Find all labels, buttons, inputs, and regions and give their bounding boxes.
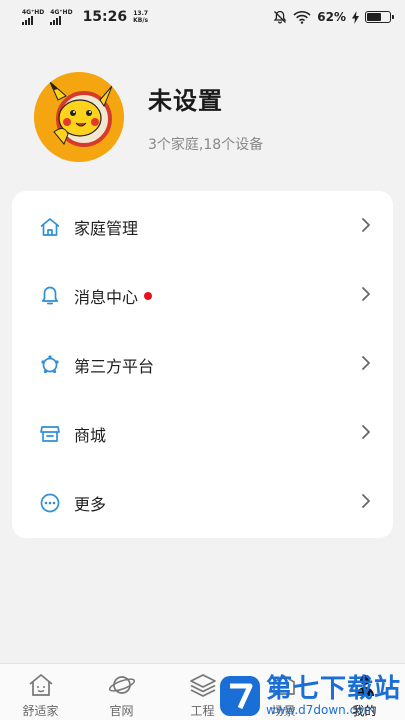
pikachu-avatar-icon	[34, 72, 124, 162]
more-icon	[38, 491, 62, 515]
menu-item-family-management[interactable]: 家庭管理	[12, 192, 393, 261]
unread-badge-dot	[144, 291, 153, 300]
tab-label: 舒适家	[22, 704, 59, 718]
chevron-right-icon	[361, 424, 371, 444]
avatar[interactable]	[34, 72, 124, 162]
profile-summary: 3个家庭,18个设备	[148, 136, 264, 153]
store-icon	[38, 422, 62, 446]
menu-item-label: 第三方平台	[74, 356, 155, 376]
battery-icon	[365, 11, 394, 23]
tab-label: 工程	[190, 704, 215, 718]
third-party-platform-icon	[38, 353, 62, 377]
network-speed-value: 13.7	[133, 10, 149, 17]
watermark-url: www.d7down.com	[265, 703, 376, 717]
network-type-label: 4G⁺HD	[22, 9, 45, 16]
charging-bolt-icon	[352, 10, 359, 24]
home-icon	[38, 215, 62, 239]
chevron-right-icon	[361, 286, 371, 306]
bell-icon	[38, 284, 62, 308]
layers-icon	[189, 672, 217, 698]
signal-bars-icon	[50, 16, 62, 25]
menu-item-more[interactable]: 更多	[12, 468, 393, 537]
chevron-right-icon	[361, 217, 371, 237]
watermark-title: 第七下载站	[265, 674, 401, 704]
chevron-right-icon	[361, 355, 371, 375]
menu-card: 家庭管理 消息中心 第三方平台 商城 更多	[12, 191, 393, 538]
chevron-right-icon	[361, 493, 371, 513]
menu-item-label: 商城	[74, 425, 107, 445]
menu-item-label: 消息中心	[74, 287, 139, 307]
menu-item-label: 更多	[74, 494, 107, 514]
signal-indicator-2: 4G⁺HD	[50, 9, 73, 25]
battery-percent: 62%	[317, 10, 346, 24]
signal-indicator-1: 4G⁺HD	[22, 9, 44, 25]
menu-item-third-party-platform[interactable]: 第三方平台	[12, 330, 393, 399]
network-speed-unit: KB/s	[133, 17, 149, 24]
username: 未设置	[148, 86, 223, 115]
network-type-label: 4G⁺HD	[50, 9, 73, 16]
tab-comfort-home[interactable]: 舒适家	[0, 664, 81, 720]
tab-official-site[interactable]: 官网	[81, 664, 162, 720]
clock: 15:26	[82, 9, 128, 25]
menu-item-label: 家庭管理	[74, 218, 139, 238]
wifi-icon	[293, 11, 311, 24]
menu-item-message-center[interactable]: 消息中心	[12, 261, 393, 330]
signal-bars-icon	[22, 16, 33, 25]
watermark-logo-icon	[219, 676, 260, 716]
watermark: 第七下载站 www.d7down.com	[218, 674, 401, 718]
profile-header[interactable]: 未设置 3个家庭,18个设备	[34, 72, 263, 162]
comfort-home-icon	[27, 672, 55, 698]
menu-item-store[interactable]: 商城	[12, 399, 393, 468]
planet-icon	[108, 672, 136, 698]
status-right: 62%	[273, 10, 394, 24]
network-speed: 13.7 KB/s	[133, 10, 148, 24]
mute-bell-icon	[273, 10, 287, 24]
tab-label: 官网	[109, 704, 134, 718]
status-bar: 4G⁺HD 4G⁺HD 15:26 13.7 KB/s 62%	[0, 0, 405, 34]
